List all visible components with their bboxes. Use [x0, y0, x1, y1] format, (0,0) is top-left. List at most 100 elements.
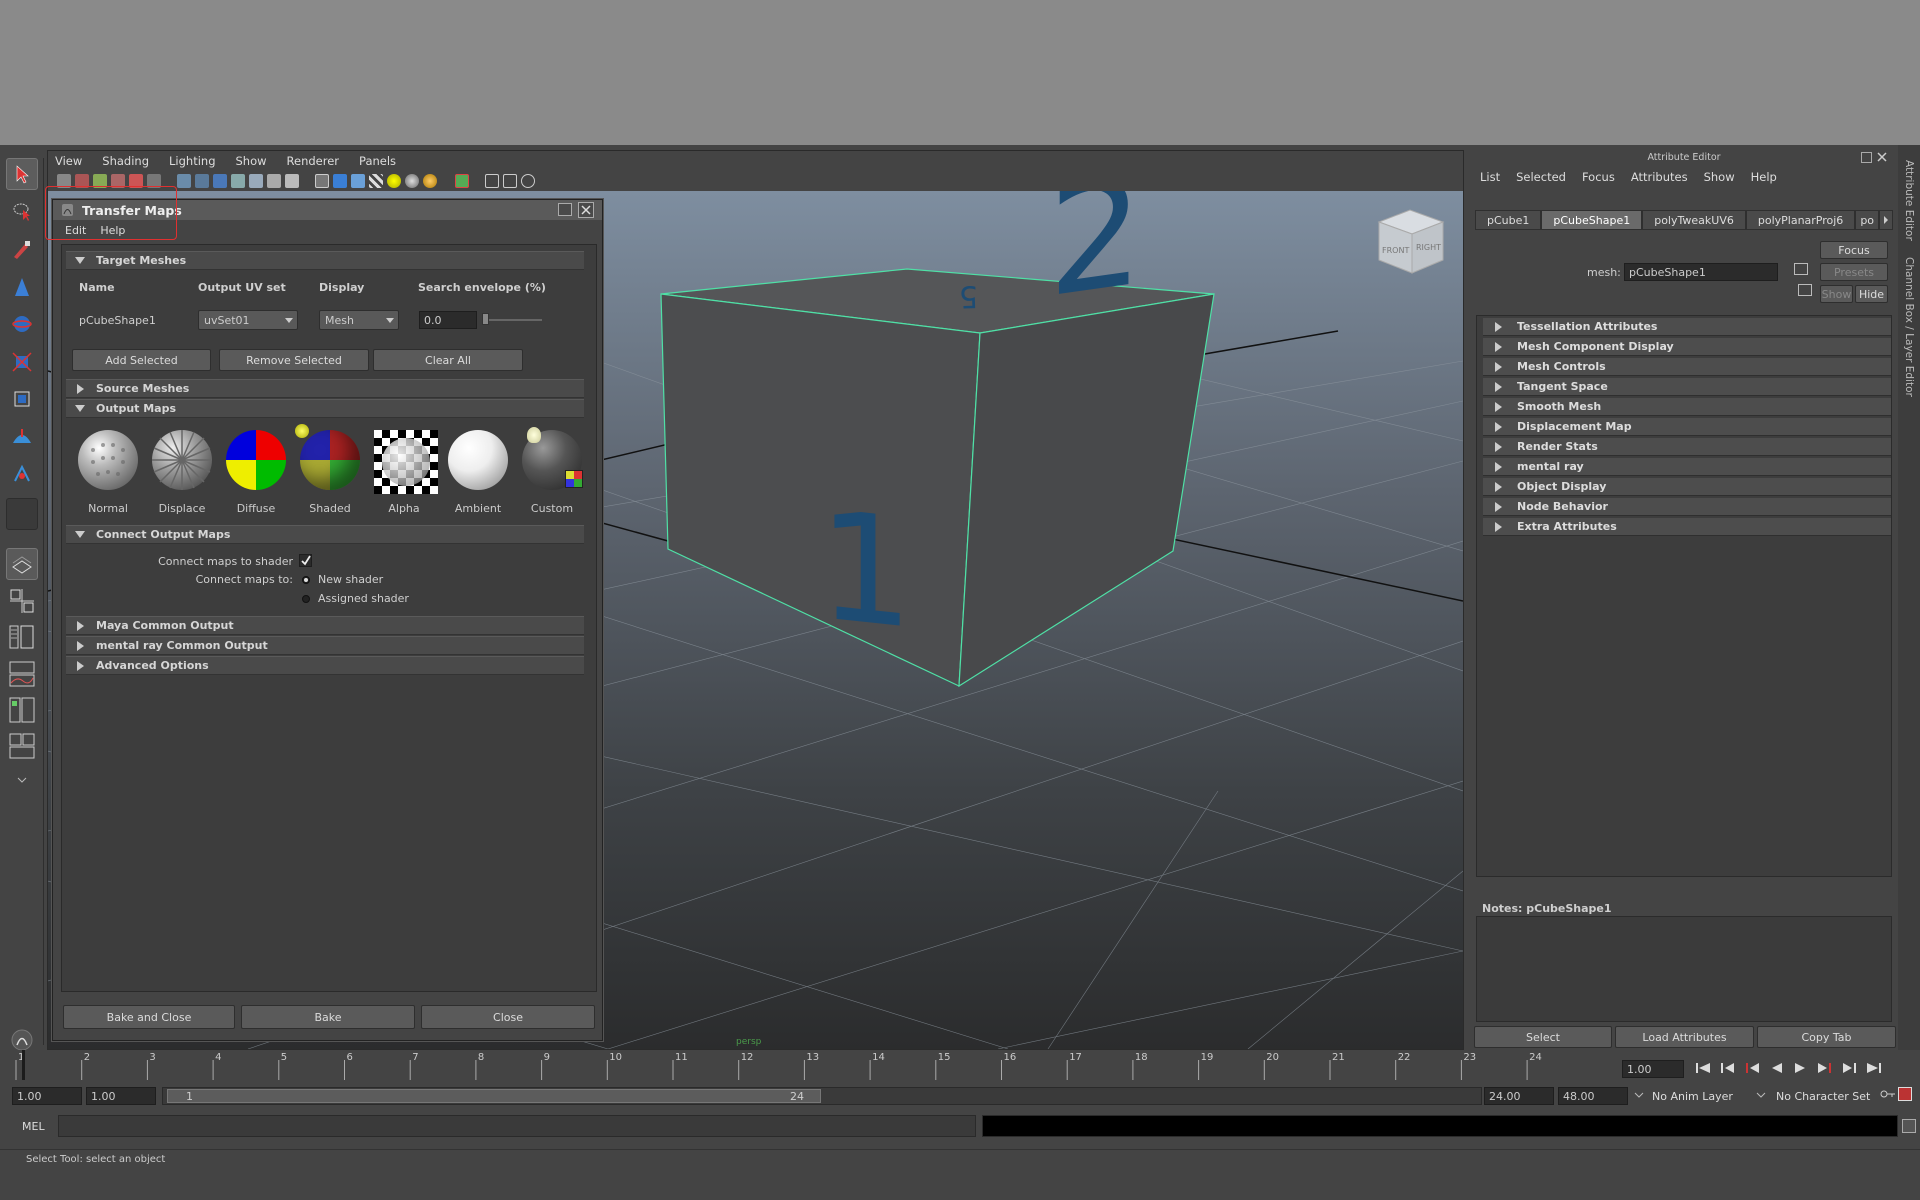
move-tool-icon[interactable]: [6, 271, 38, 303]
side-tab-attribute-editor[interactable]: Attribute Editor: [1903, 160, 1915, 241]
float-panel-icon[interactable]: [1861, 152, 1872, 163]
rotate-tool-icon[interactable]: [6, 308, 38, 340]
new-shader-radio[interactable]: [302, 576, 310, 584]
grid-toggle-icon[interactable]: [177, 174, 191, 188]
outliner-persp-layout-icon[interactable]: [6, 621, 38, 653]
ae-menu-show[interactable]: Show: [1704, 170, 1735, 184]
viewport-menu-renderer[interactable]: Renderer: [287, 154, 340, 168]
section-source-meshes[interactable]: Source Meshes: [66, 379, 584, 398]
xray-active-components-icon[interactable]: [503, 174, 517, 188]
single-perspective-layout-icon[interactable]: [6, 548, 38, 580]
ambient-occlusion-icon[interactable]: [423, 174, 437, 188]
connect-maps-checkbox[interactable]: [299, 554, 312, 567]
ae-section-object-display[interactable]: Object Display: [1483, 478, 1891, 496]
viewport-menu-view[interactable]: View: [55, 154, 82, 168]
add-selected-button[interactable]: Add Selected: [72, 349, 211, 371]
time-slider[interactable]: 123456789101112131415161718192021222324: [8, 1050, 1620, 1080]
ae-menu-selected[interactable]: Selected: [1516, 170, 1566, 184]
ae-section-node-behavior[interactable]: Node Behavior: [1483, 498, 1891, 516]
notes-textarea[interactable]: [1476, 916, 1892, 1022]
step-forward-frame-icon[interactable]: [1816, 1062, 1832, 1077]
wireframe-on-shaded-icon[interactable]: [351, 174, 365, 188]
close-icon[interactable]: [578, 202, 594, 218]
tab-scroll-right-icon[interactable]: [1879, 210, 1894, 230]
bake-button[interactable]: Bake: [241, 1005, 415, 1029]
ae-section-extra-attributes[interactable]: Extra Attributes: [1483, 518, 1891, 536]
resolution-gate-icon[interactable]: [213, 174, 227, 188]
viewport-menu-show[interactable]: Show: [236, 154, 267, 168]
select-button[interactable]: Select: [1474, 1026, 1612, 1048]
mesh-name-field[interactable]: pCubeShape1: [1624, 263, 1778, 281]
ae-section-mesh-controls[interactable]: Mesh Controls: [1483, 358, 1891, 376]
layout-menu-chevron-icon[interactable]: [6, 772, 38, 788]
playback-end-field[interactable]: 24.00: [1484, 1087, 1554, 1105]
script-editor-icon[interactable]: [1902, 1119, 1916, 1133]
section-maya-common-output[interactable]: Maya Common Output: [66, 616, 584, 635]
output-uv-set-dropdown[interactable]: uvSet01: [198, 310, 298, 330]
search-envelope-slider-track[interactable]: [484, 319, 542, 321]
tab-polyplanarproj6[interactable]: polyPlanarProj6: [1745, 210, 1856, 230]
ae-section-displacement-map[interactable]: Displacement Map: [1483, 418, 1891, 436]
step-forward-key-icon[interactable]: [1841, 1062, 1857, 1077]
show-manipulator-icon[interactable]: [6, 458, 38, 490]
play-backwards-icon[interactable]: [1770, 1062, 1784, 1077]
close-button[interactable]: Close: [421, 1005, 595, 1029]
section-connect-output-maps[interactable]: Connect Output Maps: [66, 525, 584, 544]
ae-section-tangent-space[interactable]: Tangent Space: [1483, 378, 1891, 396]
command-input[interactable]: [58, 1115, 976, 1137]
textured-icon[interactable]: [369, 174, 383, 188]
ae-section-tessellation[interactable]: Tessellation Attributes: [1483, 318, 1891, 336]
remove-selected-button[interactable]: Remove Selected: [219, 349, 369, 371]
map-displace[interactable]: Displace: [145, 430, 219, 520]
film-gate-icon[interactable]: [195, 174, 209, 188]
ae-menu-focus[interactable]: Focus: [1582, 170, 1615, 184]
map-normal[interactable]: Normal: [71, 430, 145, 520]
smooth-shade-icon[interactable]: [333, 174, 347, 188]
tab-truncated[interactable]: po: [1855, 210, 1880, 230]
play-forwards-icon[interactable]: [1793, 1062, 1807, 1077]
playback-start-field[interactable]: 1.00: [86, 1087, 156, 1105]
tab-pcubeshape1[interactable]: pCubeShape1: [1541, 210, 1643, 230]
map-custom[interactable]: Custom: [515, 427, 589, 520]
map-diffuse[interactable]: Diffuse: [219, 430, 293, 520]
tab-pcube1[interactable]: pCube1: [1475, 210, 1542, 230]
ae-menu-help[interactable]: Help: [1751, 170, 1777, 184]
hypershade-persp-layout-icon[interactable]: [6, 694, 38, 726]
viewport-menu-lighting[interactable]: Lighting: [169, 154, 215, 168]
animation-preferences-icon[interactable]: [1898, 1087, 1912, 1101]
xray-icon[interactable]: [485, 174, 499, 188]
four-view-layout-icon[interactable]: [6, 585, 38, 617]
paint-select-tool-icon[interactable]: [6, 233, 38, 265]
soft-modification-icon[interactable]: [6, 420, 38, 452]
ae-menu-list[interactable]: List: [1480, 170, 1500, 184]
clear-all-button[interactable]: Clear All: [373, 349, 523, 371]
universal-manipulator-icon[interactable]: [6, 383, 38, 415]
mel-label[interactable]: MEL: [22, 1120, 45, 1133]
section-mental-ray-common-output[interactable]: mental ray Common Output: [66, 636, 584, 655]
anim-layer-dropdown[interactable]: No Anim Layer: [1648, 1087, 1758, 1105]
step-back-key-icon[interactable]: [1720, 1062, 1736, 1077]
assigned-shader-radio[interactable]: [302, 595, 310, 603]
ae-menu-attributes[interactable]: Attributes: [1631, 170, 1688, 184]
close-panel-icon[interactable]: [1876, 151, 1888, 166]
map-alpha[interactable]: Alpha: [367, 430, 441, 520]
menu-help[interactable]: Help: [100, 224, 125, 237]
select-tool-icon[interactable]: [6, 158, 38, 190]
viewcube[interactable]: FRONT RIGHT: [1377, 209, 1445, 274]
tab-polytweakuv6[interactable]: polyTweakUV6: [1642, 210, 1746, 230]
persp-graph-outliner-layout-icon[interactable]: [6, 730, 38, 762]
viewport-menu-panels[interactable]: Panels: [359, 154, 396, 168]
search-envelope-slider-handle[interactable]: [482, 313, 489, 325]
xray-joints-icon[interactable]: [521, 174, 535, 188]
gate-mask-icon[interactable]: [231, 174, 245, 188]
chevron-down-icon[interactable]: [1756, 1089, 1766, 1102]
section-target-meshes[interactable]: Target Meshes: [66, 251, 584, 270]
field-chart-icon[interactable]: [249, 174, 263, 188]
presets-button[interactable]: Presets: [1820, 263, 1888, 281]
bake-and-close-button[interactable]: Bake and Close: [63, 1005, 235, 1029]
section-output-maps[interactable]: Output Maps: [66, 399, 584, 418]
chevron-down-icon[interactable]: [1634, 1089, 1644, 1102]
ae-section-render-stats[interactable]: Render Stats: [1483, 438, 1891, 456]
go-to-start-icon[interactable]: [1695, 1062, 1711, 1077]
show-button[interactable]: Show: [1820, 285, 1853, 303]
